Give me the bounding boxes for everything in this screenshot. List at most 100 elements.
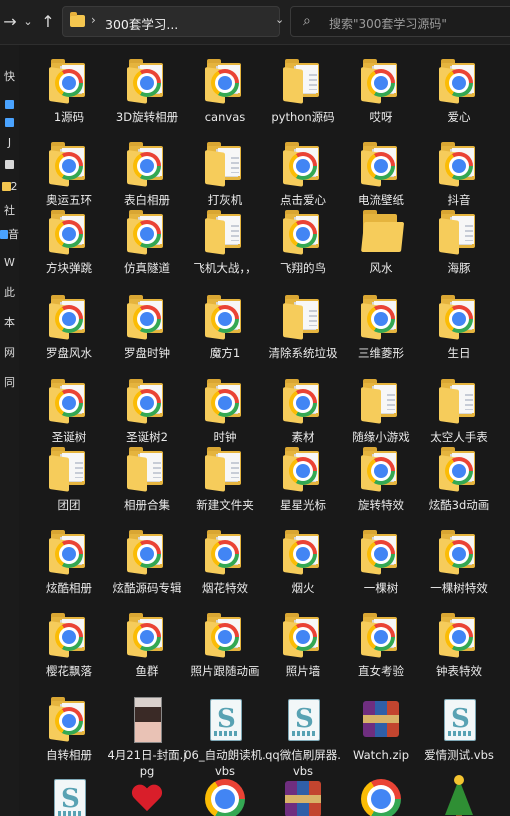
file-item[interactable]: 直女考验 bbox=[339, 611, 423, 679]
file-item[interactable]: 太空人手表 bbox=[417, 377, 501, 445]
file-item[interactable]: 电流壁纸 bbox=[339, 140, 423, 208]
file-item[interactable]: 炫酷相册 bbox=[27, 528, 111, 596]
nav-item[interactable]: 同 bbox=[0, 373, 19, 391]
nav-item[interactable] bbox=[0, 95, 19, 113]
folder-icon bbox=[279, 140, 327, 188]
file-item[interactable]: 3D旋转相册 bbox=[105, 57, 189, 125]
file-item[interactable] bbox=[105, 775, 189, 816]
file-item[interactable]: 时钟 bbox=[183, 377, 267, 445]
file-item[interactable] bbox=[183, 775, 267, 816]
file-item[interactable]: 06_自动朗读机.vbs bbox=[183, 695, 267, 779]
nav-item-label: 社 bbox=[4, 204, 15, 217]
nav-item[interactable]: 2 bbox=[0, 177, 19, 195]
file-item[interactable]: 自转相册 bbox=[27, 695, 111, 763]
file-item[interactable]: 团团 bbox=[27, 445, 111, 513]
file-name: 星星光标 bbox=[280, 498, 326, 512]
file-item[interactable]: 一棵树特效 bbox=[417, 528, 501, 596]
file-item[interactable]: 爱情测试.vbs bbox=[417, 695, 501, 763]
file-item[interactable]: 新建文件夹 bbox=[183, 445, 267, 513]
file-item[interactable]: 照片墙 bbox=[261, 611, 345, 679]
file-name: 直女考验 bbox=[358, 664, 404, 678]
nav-item[interactable]: 此 bbox=[0, 283, 19, 301]
file-item[interactable] bbox=[339, 775, 423, 816]
file-item[interactable]: 烟花特效 bbox=[183, 528, 267, 596]
file-name: 新建文件夹 bbox=[196, 498, 254, 512]
search-input[interactable]: 搜索"300套学习源码" bbox=[329, 15, 447, 32]
file-name: 一棵树特效 bbox=[430, 581, 488, 595]
file-grid: 1源码 3D旋转相册 canvas python源码 哎呀 爱心奥运五环 表白相册 打灰机 点击… bbox=[19, 45, 510, 816]
file-item[interactable]: 烟火 bbox=[261, 528, 345, 596]
nav-item-label: 2 bbox=[10, 179, 18, 193]
chevron-down-icon[interactable]: ⌄ bbox=[275, 13, 284, 26]
file-item[interactable]: canvas bbox=[183, 57, 267, 125]
file-item[interactable]: 4月21日-封面.jpg bbox=[105, 695, 189, 779]
file-item[interactable]: 鱼群 bbox=[105, 611, 189, 679]
file-item[interactable]: 打灰机 bbox=[183, 140, 267, 208]
file-item[interactable]: 海豚 bbox=[417, 208, 501, 276]
file-item[interactable]: 仿真隧道 bbox=[105, 208, 189, 276]
file-item[interactable]: 相册合集 bbox=[105, 445, 189, 513]
file-item[interactable]: 圣诞树2 bbox=[105, 377, 189, 445]
file-item[interactable]: 钟表特效 bbox=[417, 611, 501, 679]
file-item[interactable] bbox=[417, 775, 501, 816]
file-item[interactable]: 炫酷源码专辑 bbox=[105, 528, 189, 596]
folder-icon bbox=[45, 377, 93, 425]
file-item[interactable]: Watch.zip bbox=[339, 695, 423, 763]
address-bar[interactable]: › 300套学习... ⌄ ↻ bbox=[62, 6, 334, 37]
file-item[interactable]: 奥运五环 bbox=[27, 140, 111, 208]
file-item[interactable]: 哎呀 bbox=[339, 57, 423, 125]
file-item[interactable]: 照片跟随动画 bbox=[183, 611, 267, 679]
folder-icon bbox=[123, 293, 171, 341]
file-item[interactable]: 罗盘时钟 bbox=[105, 293, 189, 361]
nav-item-icon bbox=[5, 159, 14, 169]
file-item[interactable]: python源码 bbox=[261, 57, 345, 125]
file-item[interactable]: 素材 bbox=[261, 377, 345, 445]
file-item[interactable]: 表白相册 bbox=[105, 140, 189, 208]
file-item[interactable]: 飞翔的鸟 bbox=[261, 208, 345, 276]
file-item[interactable]: 罗盘风水 bbox=[27, 293, 111, 361]
nav-item[interactable] bbox=[0, 155, 19, 173]
file-item[interactable]: 炫酷3d动画 bbox=[417, 445, 501, 513]
file-item[interactable]: 清除系统垃圾 bbox=[261, 293, 345, 361]
recent-locations-button[interactable]: ⌄ bbox=[18, 11, 38, 31]
file-item[interactable]: 圣诞树 bbox=[27, 377, 111, 445]
file-item[interactable]: 三维菱形 bbox=[339, 293, 423, 361]
folder-icon bbox=[45, 208, 93, 256]
nav-item[interactable]: 社 bbox=[0, 201, 19, 219]
file-item[interactable]: 魔方1 bbox=[183, 293, 267, 361]
nav-item[interactable]: 快 bbox=[0, 67, 19, 85]
file-item[interactable]: 方块弹跳 bbox=[27, 208, 111, 276]
folder-icon bbox=[435, 57, 483, 105]
file-item[interactable]: 爱心 bbox=[417, 57, 501, 125]
chevron-right-icon[interactable]: › bbox=[91, 13, 96, 27]
nav-item[interactable]: 音 bbox=[0, 225, 19, 243]
file-item[interactable] bbox=[261, 775, 345, 816]
forward-button[interactable]: → bbox=[0, 11, 20, 31]
file-item[interactable]: 抖音 bbox=[417, 140, 501, 208]
nav-item[interactable]: W bbox=[0, 253, 19, 271]
file-name: 飞机大战，， bbox=[193, 261, 257, 275]
file-item[interactable] bbox=[27, 775, 111, 816]
folder-icon bbox=[357, 528, 405, 576]
search-box[interactable]: ⌕ 搜索"300套学习源码" bbox=[290, 6, 510, 37]
file-item[interactable]: qq微信刷屏器.vbs bbox=[261, 695, 345, 779]
file-item[interactable]: 旋转特效 bbox=[339, 445, 423, 513]
nav-item[interactable]: 本 bbox=[0, 313, 19, 331]
file-item[interactable]: 风水 bbox=[339, 208, 423, 276]
file-item[interactable]: 樱花飘落 bbox=[27, 611, 111, 679]
folder-icon bbox=[357, 611, 405, 659]
file-item[interactable]: 1源码 bbox=[27, 57, 111, 125]
file-item[interactable]: 随缘小游戏 bbox=[339, 377, 423, 445]
file-item[interactable]: 飞机大战，， bbox=[183, 208, 267, 276]
nav-item[interactable] bbox=[0, 113, 19, 131]
address-path[interactable]: 300套学习... bbox=[105, 14, 178, 33]
up-button[interactable]: ↑ bbox=[38, 11, 58, 31]
file-name: 抖音 bbox=[447, 193, 471, 207]
vbs-script-icon bbox=[435, 695, 483, 743]
nav-item[interactable]: 网 bbox=[0, 343, 19, 361]
file-item[interactable]: 点击爱心 bbox=[261, 140, 345, 208]
nav-item[interactable]: J bbox=[0, 133, 19, 151]
file-item[interactable]: 生日 bbox=[417, 293, 501, 361]
file-item[interactable]: 星星光标 bbox=[261, 445, 345, 513]
file-item[interactable]: 一棵树 bbox=[339, 528, 423, 596]
